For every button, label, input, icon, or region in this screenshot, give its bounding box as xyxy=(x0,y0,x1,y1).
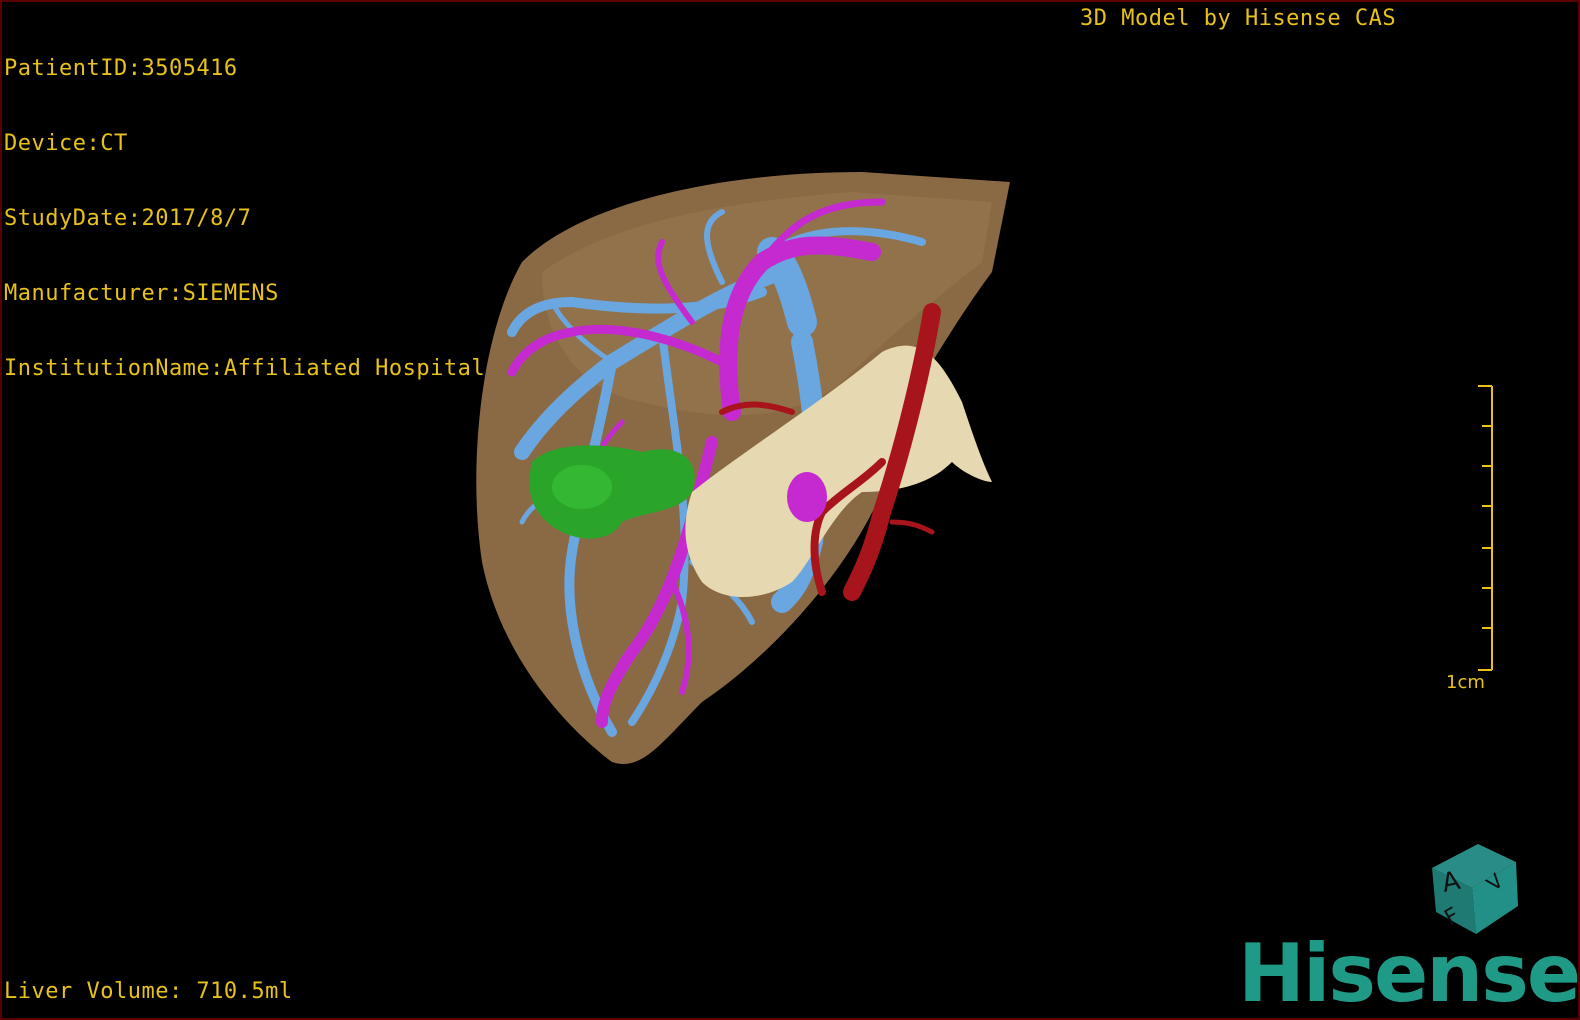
device-text: Device:CT xyxy=(4,131,128,156)
nodule xyxy=(787,472,827,522)
scale-label: 1cm xyxy=(1446,672,1485,693)
hisense-logo: Hisense xyxy=(1238,927,1580,1020)
3d-viewport[interactable]: PatientID:3505416 Device:CT StudyDate:20… xyxy=(0,0,1580,1020)
patient-id-text: PatientID:3505416 xyxy=(4,56,238,81)
model-brand-text: 3D Model by Hisense CAS xyxy=(1080,6,1397,31)
liver-volume-text: Liver Volume: 710.5ml xyxy=(4,979,293,1004)
liver-3d-model[interactable] xyxy=(462,162,1022,772)
scale-ruler xyxy=(1478,385,1493,671)
